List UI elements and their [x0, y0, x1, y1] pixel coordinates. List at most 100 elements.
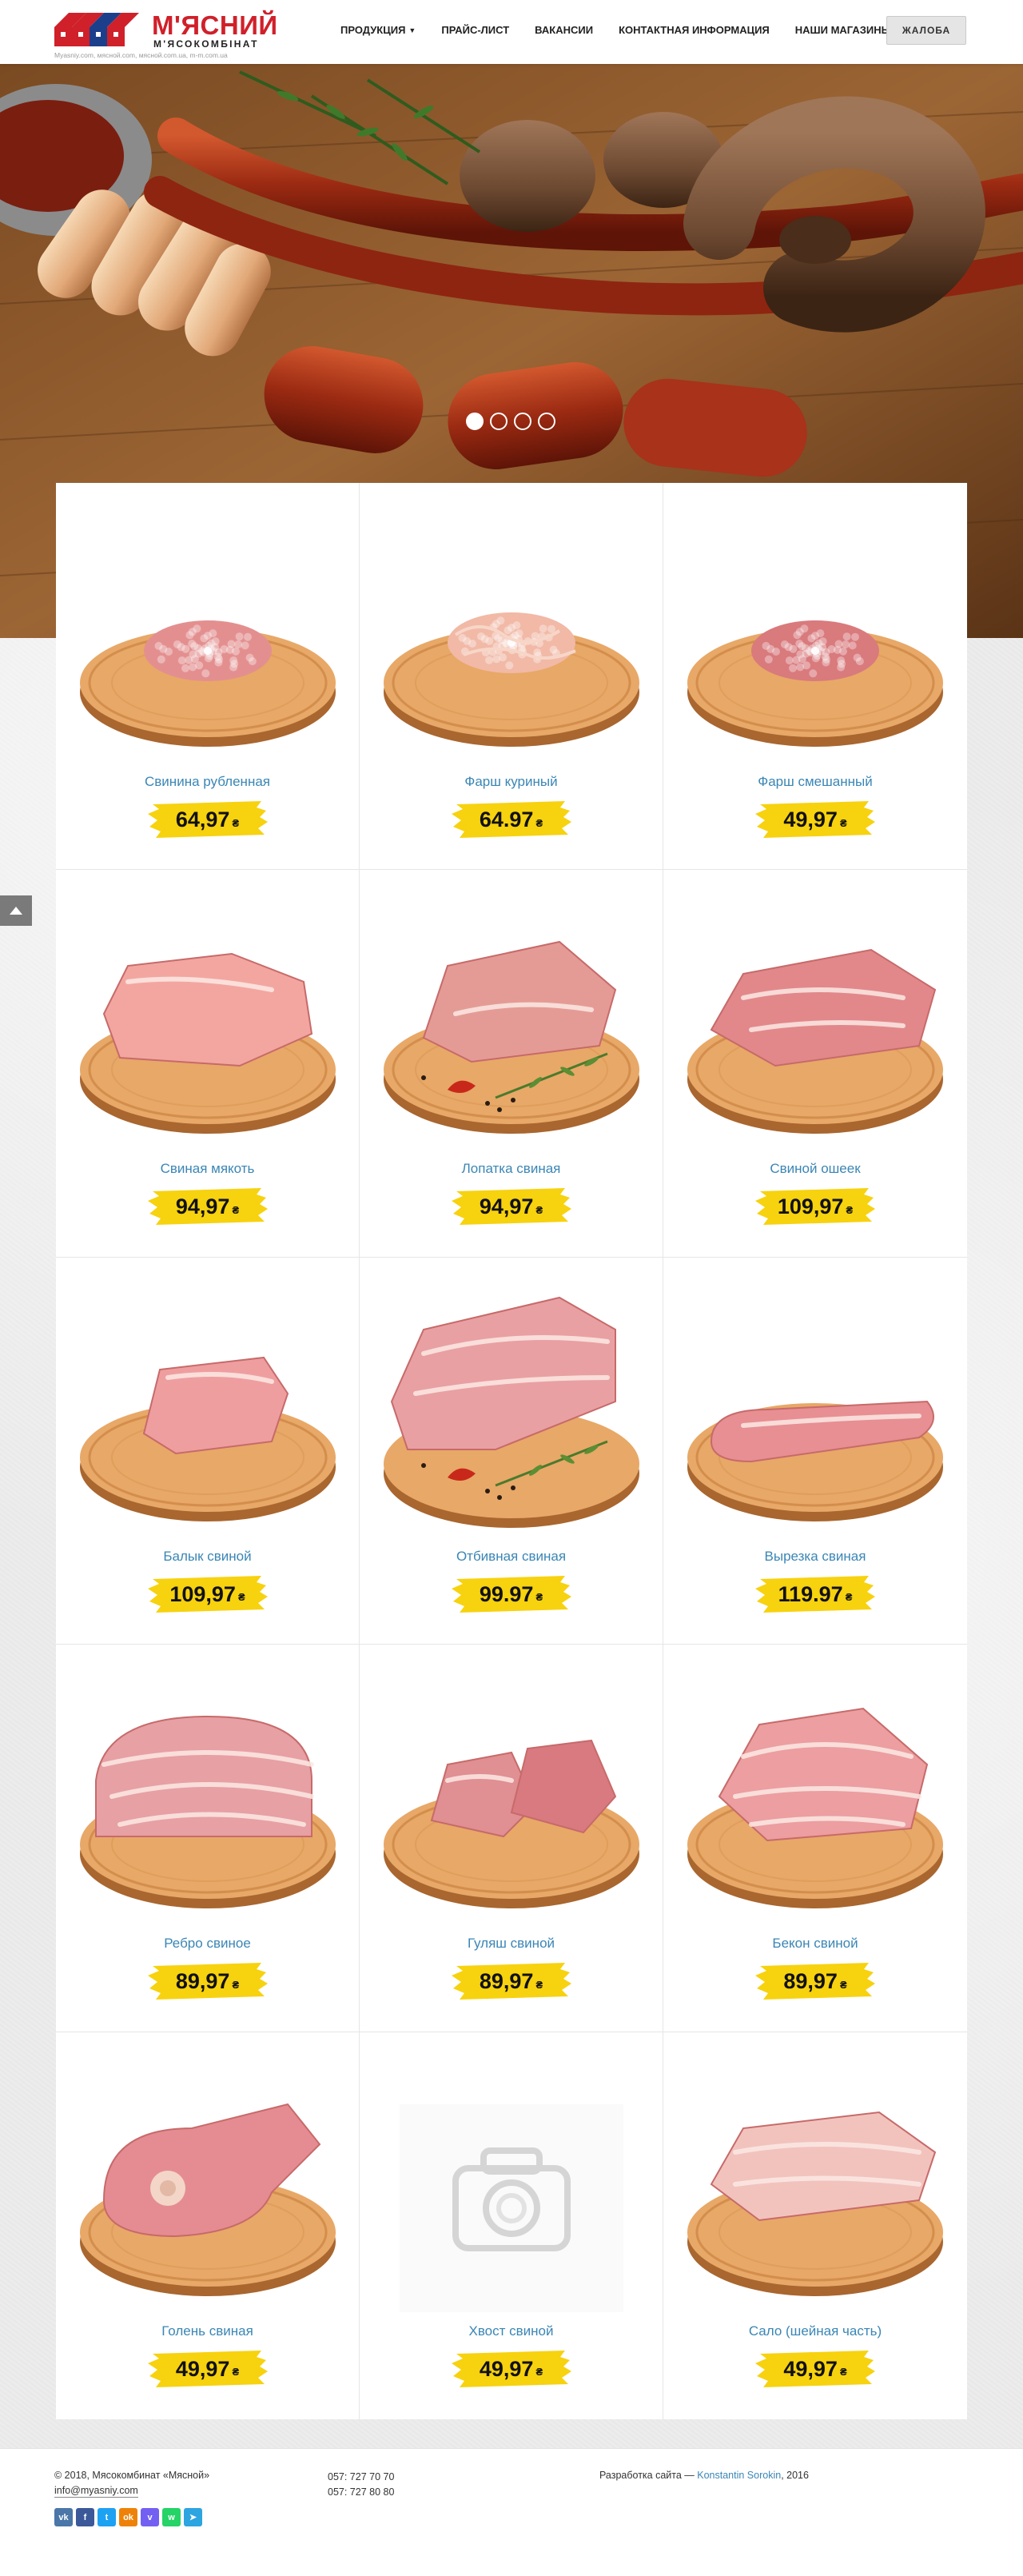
product-card[interactable]: Хвост свиной 49,97 ₴: [360, 2032, 663, 2419]
product-image[interactable]: [679, 1669, 951, 1924]
product-name[interactable]: Вырезка свиная: [663, 1549, 967, 1565]
brand-logo[interactable]: М'ЯСНИЙ М'ЯСОКОМБІНАТ: [54, 11, 278, 50]
nav-products[interactable]: Продукция ▼: [340, 24, 416, 37]
product-name[interactable]: Хвост свиной: [360, 2323, 663, 2339]
product-price: 89,97 ₴: [147, 1960, 268, 2003]
price-value: 109,97: [169, 1581, 236, 1606]
product-name[interactable]: Бекон свиной: [663, 1936, 967, 1952]
product-card[interactable]: Отбивная свиная 99.97 ₴: [360, 1257, 663, 1645]
product-name[interactable]: Лопатка свиная: [360, 1161, 663, 1177]
currency-symbol: ₴: [535, 2366, 543, 2379]
product-image[interactable]: [72, 2056, 344, 2312]
product-card[interactable]: Бекон свиной 89,97 ₴: [663, 1645, 967, 2032]
currency-symbol: ₴: [232, 2366, 240, 2379]
arrow-up-icon: [10, 907, 22, 915]
product-card[interactable]: Фарш куриный 64.97 ₴: [360, 483, 663, 871]
product-name[interactable]: Голень свиная: [56, 2323, 359, 2339]
currency-symbol: ₴: [535, 816, 543, 829]
nav-contacts[interactable]: Контактная информация: [619, 24, 770, 37]
product-card[interactable]: Балык свиной 109,97 ₴: [56, 1257, 360, 1645]
product-name[interactable]: Фарш куриный: [360, 774, 663, 790]
logo-title: М'ЯСНИЙ: [152, 10, 278, 40]
twitter-icon[interactable]: t: [98, 2508, 116, 2526]
product-price: 89,97 ₴: [755, 1960, 875, 2003]
product-image[interactable]: [72, 1669, 344, 1924]
product-card[interactable]: Лопатка свиная 94,97 ₴: [360, 870, 663, 1258]
product-card[interactable]: Свиной ошеек 109,97 ₴: [663, 870, 967, 1258]
price-value: 49,97: [479, 2356, 534, 2381]
product-price: 89,97 ₴: [451, 1960, 571, 2003]
product-image[interactable]: [679, 1282, 951, 1537]
price-value: 49,97: [175, 2356, 230, 2381]
price-value: 94,97: [479, 1194, 534, 1219]
product-card[interactable]: Свиная мякоть 94,97 ₴: [56, 870, 360, 1258]
product-image[interactable]: [72, 1282, 344, 1537]
product-name[interactable]: Отбивная свиная: [360, 1549, 663, 1565]
slider-dot-4[interactable]: [538, 413, 555, 430]
nav-price-list[interactable]: Прайс-лист: [441, 24, 509, 37]
currency-symbol: ₴: [839, 1978, 847, 1991]
product-name[interactable]: Фарш смешанный: [663, 774, 967, 790]
logo-domains: Myasniy.com, мясной.com, мясной.com.ua, …: [54, 51, 228, 59]
footer-dev-text: Разработка сайта —: [599, 2470, 698, 2481]
product-image[interactable]: [376, 2056, 647, 2312]
slider-dot-3[interactable]: [514, 413, 531, 430]
facebook-icon[interactable]: f: [76, 2508, 94, 2526]
slider-dot-2[interactable]: [490, 413, 508, 430]
currency-symbol: ₴: [535, 1978, 543, 1991]
product-card[interactable]: Свинина рубленная 64,97 ₴: [56, 483, 360, 871]
product-card[interactable]: Сало (шейная часть) 49,97 ₴: [663, 2032, 967, 2419]
slider-dots: [466, 413, 555, 430]
product-price: 99.97 ₴: [451, 1573, 571, 1616]
product-name[interactable]: Свиная мякоть: [56, 1161, 359, 1177]
odnoklassniki-icon[interactable]: ok: [119, 2508, 137, 2526]
complaint-button[interactable]: Жалоба: [886, 16, 966, 45]
price-value: 49,97: [783, 807, 838, 831]
product-name[interactable]: Ребро свиное: [56, 1936, 359, 1952]
product-image[interactable]: [376, 1282, 647, 1537]
product-card[interactable]: Гуляш свиной 89,97 ₴: [360, 1645, 663, 2032]
product-image[interactable]: [376, 894, 647, 1150]
product-price: 49,97 ₴: [451, 2347, 571, 2391]
currency-symbol: ₴: [232, 1203, 240, 1216]
nav-vacancies[interactable]: Вакансии: [535, 24, 593, 37]
telegram-icon[interactable]: ➤: [184, 2508, 202, 2526]
price-value: 94,97: [175, 1194, 230, 1219]
footer-phone-2[interactable]: 057: 727 80 80: [328, 2485, 394, 2500]
product-name[interactable]: Свинина рубленная: [56, 774, 359, 790]
product-card[interactable]: Голень свиная 49,97 ₴: [56, 2032, 360, 2419]
product-name[interactable]: Балык свиной: [56, 1549, 359, 1565]
slider-dot-1[interactable]: [466, 413, 484, 430]
footer-email-link[interactable]: info@myasniy.com: [54, 2485, 138, 2498]
product-image[interactable]: [679, 2056, 951, 2312]
price-value: 89,97: [479, 1969, 534, 1994]
product-image[interactable]: [72, 507, 344, 763]
price-value: 99.97: [479, 1581, 534, 1606]
viber-icon[interactable]: v: [141, 2508, 159, 2526]
product-name[interactable]: Сало (шейная часть): [663, 2323, 967, 2339]
product-price: 49,97 ₴: [755, 798, 875, 841]
product-card[interactable]: Фарш смешанный 49,97 ₴: [663, 483, 967, 871]
product-price: 109,97 ₴: [755, 1185, 875, 1228]
product-name[interactable]: Свиной ошеек: [663, 1161, 967, 1177]
product-image[interactable]: [376, 1669, 647, 1924]
caret-down-icon: ▼: [408, 26, 416, 34]
product-card[interactable]: Ребро свиное 89,97 ₴: [56, 1645, 360, 2032]
product-image[interactable]: [376, 507, 647, 763]
product-image[interactable]: [72, 894, 344, 1150]
price-value: 64,97: [175, 807, 230, 831]
footer-dev-link[interactable]: Konstantin Sorokin: [697, 2470, 781, 2481]
product-name[interactable]: Гуляш свиной: [360, 1936, 663, 1952]
whatsapp-icon[interactable]: w: [162, 2508, 181, 2526]
scroll-top-button[interactable]: [0, 895, 32, 926]
logo-mark-icon: [54, 13, 139, 46]
product-image[interactable]: [679, 894, 951, 1150]
nav-our-stores[interactable]: Наши магазины: [795, 24, 892, 37]
product-price: 64.97 ₴: [451, 798, 571, 841]
vk-icon[interactable]: vk: [54, 2508, 73, 2526]
currency-symbol: ₴: [232, 816, 240, 829]
currency-symbol: ₴: [237, 1591, 245, 1604]
product-card[interactable]: Вырезка свиная 119.97 ₴: [663, 1258, 967, 1645]
footer-phone-1[interactable]: 057: 727 70 70: [328, 2470, 394, 2485]
product-image[interactable]: [679, 507, 951, 763]
